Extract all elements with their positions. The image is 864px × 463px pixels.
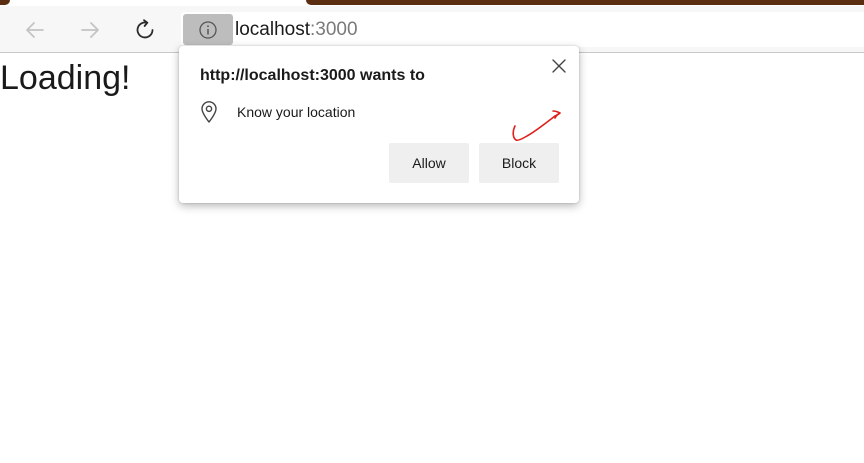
close-icon (552, 59, 566, 73)
back-button[interactable] (17, 12, 53, 48)
reload-button[interactable] (127, 12, 163, 48)
checkmark-annotation (512, 110, 561, 142)
tab-edge (0, 0, 10, 5)
forward-button[interactable] (72, 12, 108, 48)
allow-button[interactable]: Allow (389, 143, 469, 183)
permission-label: Know your location (237, 104, 356, 120)
arrow-right-icon (81, 22, 99, 38)
popup-title: http://localhost:3000 wants to (200, 67, 425, 84)
url-host: localhost (235, 19, 310, 40)
info-icon (199, 20, 217, 39)
location-pin-icon (200, 99, 222, 125)
url-port: :3000 (310, 19, 358, 40)
permission-row: Know your location (200, 99, 355, 125)
arrow-left-icon (26, 22, 44, 38)
address-bar[interactable]: localhost:3000 (181, 12, 864, 47)
close-button[interactable] (547, 54, 571, 78)
url-text[interactable]: localhost:3000 (235, 19, 358, 41)
title-bar-accent (306, 0, 864, 5)
block-button[interactable]: Block (479, 143, 559, 183)
page-loading-text: Loading! (0, 59, 131, 97)
browser-window: localhost:3000 Loading! http://localhost… (0, 0, 864, 463)
refresh-icon (136, 19, 154, 39)
site-info-button[interactable] (183, 14, 233, 45)
